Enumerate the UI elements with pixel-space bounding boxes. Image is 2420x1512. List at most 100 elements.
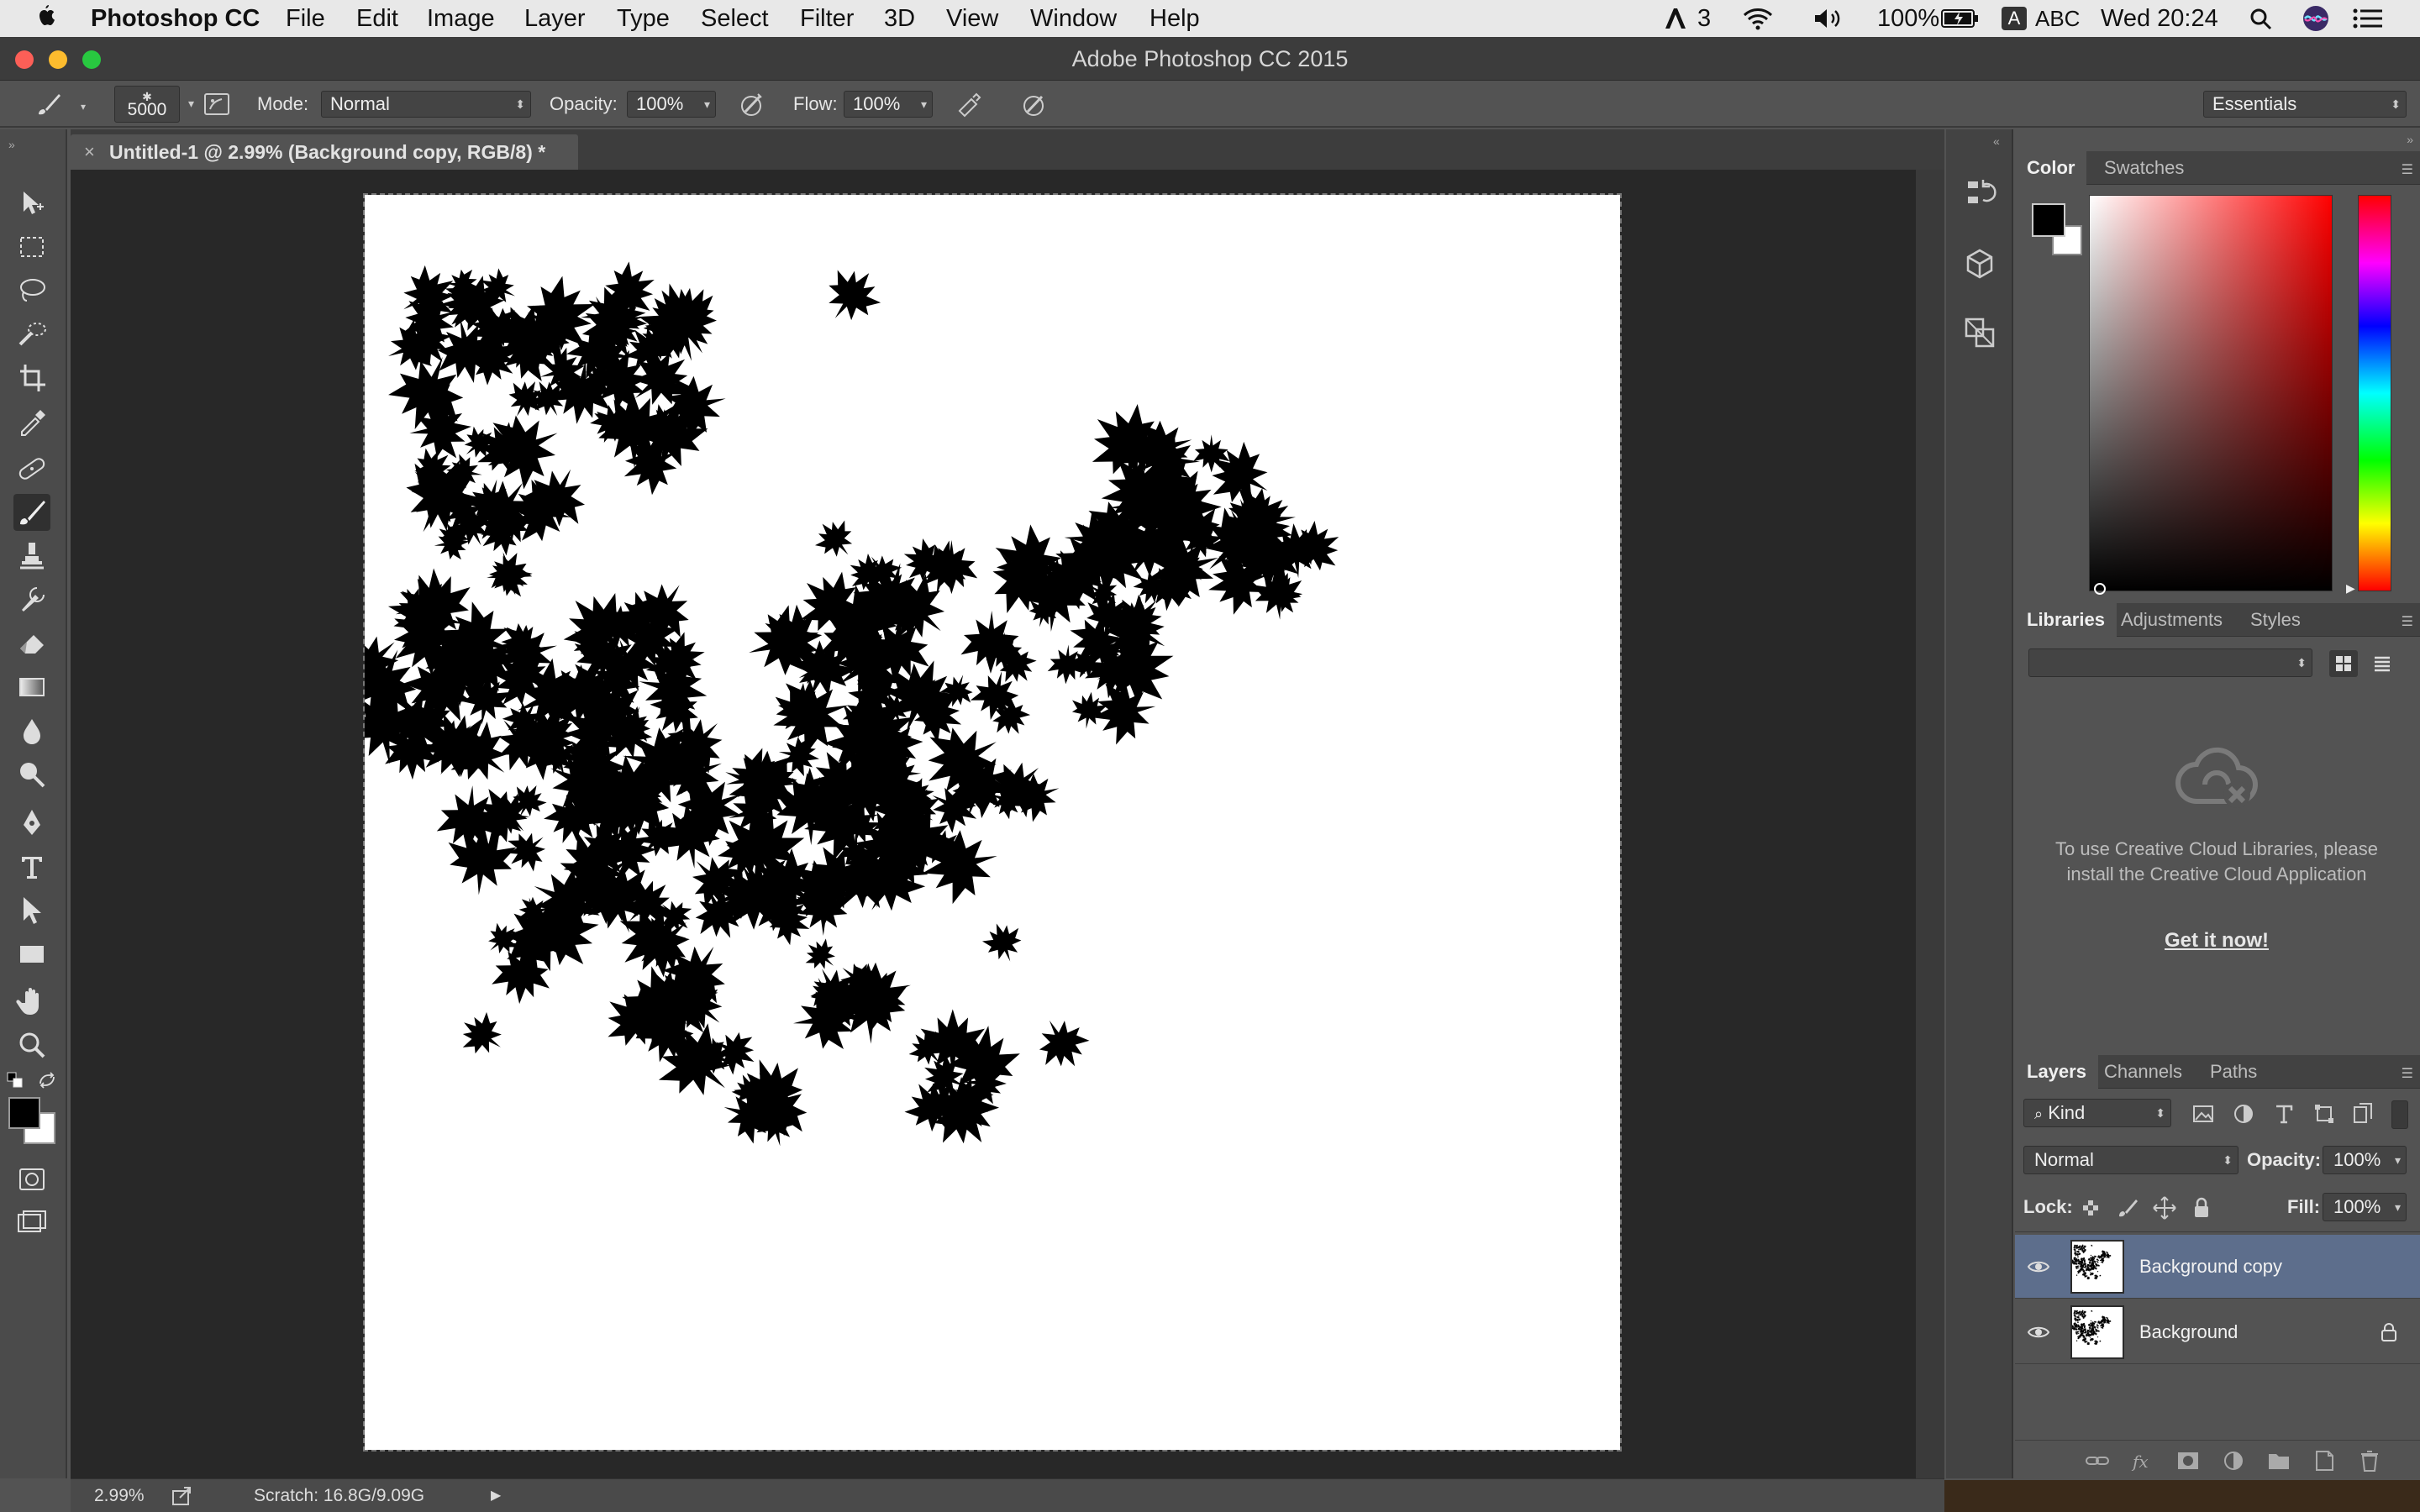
color-panel-menu-icon[interactable]: ☰ [2402, 161, 2413, 178]
library-select[interactable]: ⬍ [2028, 648, 2312, 677]
dodge-tool-icon[interactable] [13, 756, 50, 793]
color-panel-foreground-swatch[interactable] [2032, 203, 2065, 237]
delete-layer-icon[interactable] [2356, 1447, 2383, 1474]
panels-collapse-icon[interactable]: » [2407, 133, 2413, 146]
lock-transparent-pixels-icon[interactable] [2077, 1194, 2104, 1221]
airbrush-icon[interactable] [955, 89, 985, 119]
notification-center-icon[interactable] [2353, 8, 2383, 30]
blend-mode-select[interactable]: Normal ⬍ [2023, 1146, 2238, 1174]
volume-icon[interactable] [1812, 7, 1845, 30]
share-icon[interactable] [171, 1486, 193, 1506]
move-tool-icon[interactable] [13, 185, 50, 222]
marquee-tool-icon[interactable] [13, 228, 50, 265]
default-colors-icon[interactable] [7, 1072, 24, 1089]
eraser-tool-icon[interactable] [13, 625, 50, 662]
layer-visibility-eye-icon[interactable] [2027, 1255, 2050, 1278]
tool-preset-arrow-icon[interactable]: ▾ [81, 101, 86, 113]
gradient-tool-icon[interactable] [13, 669, 50, 706]
pressure-opacity-icon[interactable] [736, 89, 766, 119]
input-source-badge[interactable]: A [2002, 7, 2027, 30]
filter-type-layers-icon[interactable] [2270, 1100, 2297, 1127]
clone-stamp-tool-icon[interactable] [13, 538, 50, 575]
tab-color[interactable]: Color [2015, 151, 2087, 185]
menu-view[interactable]: View [946, 0, 998, 37]
filter-toggle-switch[interactable] [2391, 1100, 2408, 1129]
menu-image[interactable]: Image [427, 0, 495, 37]
layer-visibility-eye-icon[interactable] [2027, 1320, 2050, 1344]
dock-expand-icon[interactable]: « [1993, 134, 2000, 148]
spotlight-search-icon[interactable] [2249, 7, 2274, 30]
tab-paths[interactable]: Paths [2198, 1055, 2269, 1089]
list-view-icon[interactable] [2368, 650, 2396, 677]
document-tab[interactable]: × Untitled-1 @ 2.99% (Background copy, R… [71, 134, 578, 170]
zoom-level[interactable]: 2.99% [94, 1479, 145, 1512]
document-canvas[interactable] [363, 193, 1622, 1452]
tab-swatches[interactable]: Swatches [2092, 151, 2196, 185]
brush-panel-toggle-icon[interactable] [202, 89, 232, 119]
fill-field[interactable]: 100% ▾ [2323, 1193, 2407, 1221]
app-menu[interactable]: Photoshop CC [91, 0, 260, 37]
grid-view-icon[interactable] [2329, 650, 2358, 677]
new-layer-icon[interactable] [2311, 1447, 2338, 1474]
menu-edit[interactable]: Edit [356, 0, 398, 37]
menu-file[interactable]: File [286, 0, 325, 37]
layers-panel-menu-icon[interactable]: ☰ [2402, 1065, 2413, 1082]
tab-libraries[interactable]: Libraries [2015, 603, 2117, 637]
menu-filter[interactable]: Filter [800, 0, 854, 37]
layer-name[interactable]: Background copy [2139, 1235, 2282, 1299]
status-menu-arrow-icon[interactable]: ▶ [491, 1479, 501, 1512]
color-saturation-field[interactable] [2089, 195, 2333, 591]
menu-select[interactable]: Select [701, 0, 769, 37]
tab-adjustments[interactable]: Adjustments [2109, 603, 2234, 637]
lock-image-pixels-icon[interactable] [2114, 1194, 2141, 1221]
quick-mask-icon[interactable] [13, 1161, 50, 1198]
swap-colors-icon[interactable] [37, 1072, 57, 1089]
flow-field[interactable]: 100% ▾ [844, 91, 933, 118]
link-layers-icon[interactable] [2084, 1447, 2111, 1474]
hue-slider-handle-icon[interactable]: ▶ [2346, 581, 2355, 596]
add-layer-style-fx-icon[interactable]: fx [2129, 1447, 2156, 1474]
mode-select[interactable]: Normal ⬍ [321, 91, 531, 118]
filter-shape-layers-icon[interactable] [2311, 1100, 2338, 1127]
crop-tool-icon[interactable] [13, 360, 50, 396]
filter-smart-objects-icon[interactable] [2349, 1100, 2376, 1127]
lasso-tool-icon[interactable] [13, 272, 50, 309]
toolbox-collapse-icon[interactable]: » [8, 138, 15, 151]
history-panel-icon[interactable] [1960, 173, 2000, 213]
zoom-tool-icon[interactable] [13, 1026, 50, 1063]
libraries-panel-menu-icon[interactable]: ☰ [2402, 613, 2413, 630]
path-selection-tool-icon[interactable] [13, 892, 50, 929]
rectangle-tool-icon[interactable] [13, 936, 50, 973]
color-picker-handle[interactable] [2094, 583, 2106, 595]
type-tool-icon[interactable] [13, 848, 50, 885]
brush-size-picker[interactable]: ✱ 5000 ▾ [114, 86, 194, 123]
3d-panel-icon[interactable] [1960, 244, 2000, 284]
opacity-field[interactable]: 100% ▾ [627, 91, 716, 118]
add-layer-mask-icon[interactable] [2175, 1447, 2202, 1474]
screen-mode-icon[interactable] [13, 1205, 50, 1242]
pen-tool-icon[interactable] [13, 805, 50, 842]
layer-filter-kind-select[interactable]: ⌕ Kind ⬍ [2023, 1099, 2171, 1127]
workspace-switcher[interactable]: Essentials ⬍ [2203, 91, 2407, 118]
tab-styles[interactable]: Styles [2238, 603, 2312, 637]
healing-brush-tool-icon[interactable] [13, 450, 50, 487]
hue-slider[interactable] [2358, 195, 2391, 591]
lock-position-icon[interactable] [2151, 1194, 2178, 1221]
menu-type[interactable]: Type [617, 0, 670, 37]
layer-opacity-field[interactable]: 100% ▾ [2323, 1146, 2407, 1174]
tab-channels[interactable]: Channels [2092, 1055, 2194, 1089]
brush-tool-icon[interactable] [13, 494, 50, 531]
layer-row-background-copy[interactable]: Background copy [2015, 1235, 2420, 1299]
get-it-now-link[interactable]: Get it now! [2054, 929, 2380, 953]
eyedropper-tool-icon[interactable] [13, 403, 50, 440]
properties-panel-icon[interactable] [1960, 312, 2000, 353]
menu-layer[interactable]: Layer [524, 0, 586, 37]
tool-preset-brush-icon[interactable] [34, 89, 64, 119]
siri-icon[interactable] [2302, 5, 2329, 32]
blur-tool-icon[interactable] [13, 712, 50, 749]
quick-selection-tool-icon[interactable] [13, 316, 50, 353]
menu-window[interactable]: Window [1030, 0, 1117, 37]
foreground-color-swatch[interactable] [8, 1097, 40, 1129]
new-group-icon[interactable] [2265, 1447, 2292, 1474]
wifi-icon[interactable] [1741, 7, 1775, 30]
